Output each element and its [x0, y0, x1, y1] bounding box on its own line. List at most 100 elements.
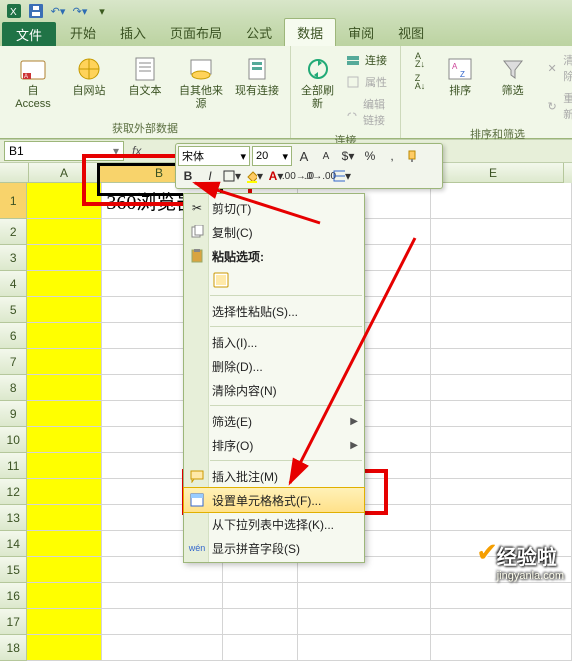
- font-selector[interactable]: 宋体▾: [178, 146, 250, 166]
- name-box[interactable]: B1▾: [4, 141, 124, 161]
- cell[interactable]: [298, 635, 431, 661]
- col-header-e[interactable]: E: [423, 163, 564, 183]
- excel-icon[interactable]: X: [4, 1, 24, 21]
- fx-icon[interactable]: fx: [128, 144, 145, 158]
- cell[interactable]: [27, 323, 102, 349]
- save-icon[interactable]: [26, 1, 46, 21]
- cell[interactable]: [431, 183, 572, 219]
- tab-file[interactable]: 文件: [2, 22, 56, 46]
- cell[interactable]: [27, 427, 102, 453]
- font-size-selector[interactable]: 20▾: [252, 146, 292, 166]
- ctx-delete[interactable]: 删除(D)...: [184, 354, 364, 378]
- format-painter-icon[interactable]: [404, 146, 424, 166]
- cell[interactable]: [298, 583, 431, 609]
- properties-button[interactable]: 属性: [340, 72, 394, 92]
- sort-button[interactable]: AZ排序: [435, 50, 485, 124]
- row-header[interactable]: 13: [0, 505, 27, 531]
- row-header[interactable]: 5: [0, 297, 27, 323]
- ctx-filter[interactable]: 筛选(E)▶: [184, 409, 364, 433]
- tab-layout[interactable]: 页面布局: [158, 19, 234, 46]
- cell[interactable]: [102, 635, 222, 661]
- cell[interactable]: [27, 583, 102, 609]
- ctx-pick-dropdown[interactable]: 从下拉列表中选择(K)...: [184, 512, 364, 536]
- bold-icon[interactable]: B: [178, 166, 198, 186]
- cell[interactable]: [431, 453, 572, 479]
- from-other-button[interactable]: 自其他来源: [174, 50, 228, 114]
- italic-icon[interactable]: I: [200, 166, 220, 186]
- ctx-insert-comment[interactable]: 插入批注(M): [184, 464, 364, 488]
- cell[interactable]: [27, 183, 102, 219]
- existing-conn-button[interactable]: 现有连接: [230, 50, 284, 114]
- cell[interactable]: [431, 375, 572, 401]
- row-header[interactable]: 3: [0, 245, 27, 271]
- cell[interactable]: [223, 635, 298, 661]
- cell[interactable]: [27, 297, 102, 323]
- cell[interactable]: [27, 219, 102, 245]
- border-icon[interactable]: ▾: [222, 166, 242, 186]
- cell[interactable]: [27, 375, 102, 401]
- cell[interactable]: [27, 557, 102, 583]
- undo-icon[interactable]: ↶▾: [48, 1, 68, 21]
- cell[interactable]: [27, 453, 102, 479]
- row-header[interactable]: 17: [0, 609, 27, 635]
- from-access-button[interactable]: A自 Access: [6, 50, 60, 114]
- connections-button[interactable]: 连接: [340, 50, 394, 70]
- tab-insert[interactable]: 插入: [108, 19, 158, 46]
- ctx-cut[interactable]: ✂剪切(T): [184, 196, 364, 220]
- refresh-all-button[interactable]: 全部刷新: [297, 50, 338, 130]
- increase-decimal-icon[interactable]: .0→.00: [310, 166, 330, 186]
- row-header[interactable]: 11: [0, 453, 27, 479]
- row-header[interactable]: 8: [0, 375, 27, 401]
- qat-customize-icon[interactable]: ▾: [92, 1, 112, 21]
- row-header[interactable]: 6: [0, 323, 27, 349]
- row-header[interactable]: 14: [0, 531, 27, 557]
- tab-home[interactable]: 开始: [58, 19, 108, 46]
- from-web-button[interactable]: 自网站: [62, 50, 116, 114]
- cell[interactable]: [431, 505, 572, 531]
- ctx-format-cells[interactable]: 设置单元格格式(F)...: [184, 488, 364, 512]
- ctx-paste-option-1[interactable]: [184, 268, 364, 292]
- cell[interactable]: [298, 609, 431, 635]
- redo-icon[interactable]: ↷▾: [70, 1, 90, 21]
- cell[interactable]: [431, 323, 572, 349]
- cell[interactable]: [27, 531, 102, 557]
- ctx-phonetic[interactable]: wén显示拼音字段(S): [184, 536, 364, 560]
- cell[interactable]: [431, 401, 572, 427]
- ctx-insert[interactable]: 插入(I)...: [184, 330, 364, 354]
- cell[interactable]: [431, 635, 572, 661]
- cell[interactable]: [27, 271, 102, 297]
- tab-view[interactable]: 视图: [386, 19, 436, 46]
- cell[interactable]: [431, 271, 572, 297]
- col-header-a[interactable]: A: [29, 163, 100, 183]
- row-header[interactable]: 9: [0, 401, 27, 427]
- cell[interactable]: [431, 219, 572, 245]
- shrink-font-icon[interactable]: A: [316, 146, 336, 166]
- row-header[interactable]: 18: [0, 635, 27, 661]
- cell[interactable]: [431, 479, 572, 505]
- cell[interactable]: [102, 583, 222, 609]
- cell[interactable]: [27, 635, 102, 661]
- tab-formulas[interactable]: 公式: [234, 19, 284, 46]
- cell[interactable]: [431, 583, 572, 609]
- cell[interactable]: [27, 245, 102, 271]
- merge-icon[interactable]: ▾: [332, 166, 352, 186]
- comma-icon[interactable]: ,: [382, 146, 402, 166]
- cell[interactable]: [431, 245, 572, 271]
- cell[interactable]: [431, 609, 572, 635]
- cell[interactable]: [431, 349, 572, 375]
- cell[interactable]: [102, 609, 222, 635]
- tab-review[interactable]: 审阅: [336, 19, 386, 46]
- row-header[interactable]: 2: [0, 219, 27, 245]
- row-header[interactable]: 1: [0, 183, 27, 219]
- filter-button[interactable]: 筛选: [487, 50, 537, 124]
- cell[interactable]: [431, 297, 572, 323]
- row-header[interactable]: 10: [0, 427, 27, 453]
- row-header[interactable]: 4: [0, 271, 27, 297]
- percent-icon[interactable]: %: [360, 146, 380, 166]
- cell[interactable]: [223, 609, 298, 635]
- reapply-button[interactable]: ↻重新: [540, 88, 572, 124]
- ctx-copy[interactable]: 复制(C): [184, 220, 364, 244]
- cell[interactable]: [27, 349, 102, 375]
- select-all-corner[interactable]: [0, 163, 29, 183]
- ctx-sort[interactable]: 排序(O)▶: [184, 433, 364, 457]
